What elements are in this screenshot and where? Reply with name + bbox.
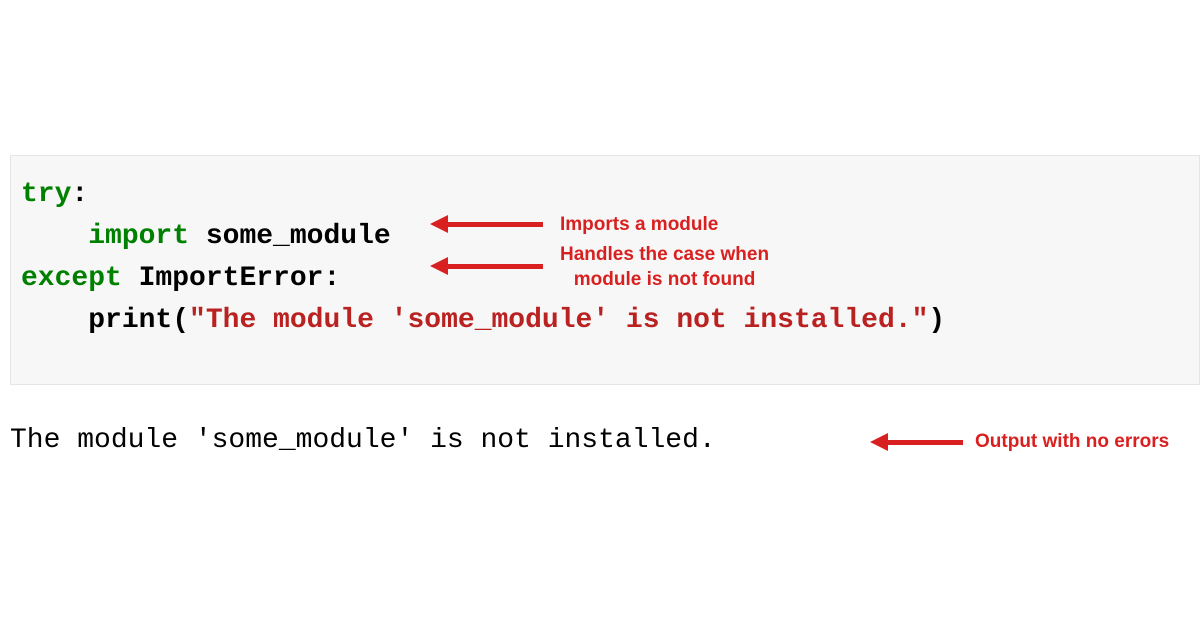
annotation-imports: Imports a module [560, 213, 718, 238]
string-literal: "The module 'some_module' is not install… [189, 305, 928, 336]
output-text: The module 'some_module' is not installe… [10, 425, 716, 456]
arrow-shaft [448, 264, 543, 269]
annotation-output: Output with no errors [975, 430, 1169, 455]
indent [21, 305, 88, 336]
arrow-shaft [888, 440, 963, 445]
arrow-icon [430, 257, 543, 275]
arrow-icon [430, 215, 543, 233]
close-paren: ) [928, 305, 945, 336]
code-line-1: try: [21, 174, 1189, 216]
indent [21, 221, 88, 252]
print-call: print( [88, 305, 189, 336]
module-name: some_module [189, 221, 391, 252]
code-line-4: print("The module 'some_module' is not i… [21, 300, 1189, 342]
annotation-handles-line2: module is not found [574, 269, 756, 290]
arrow-head-icon [430, 215, 448, 233]
keyword-except: except [21, 263, 122, 294]
arrow-head-icon [870, 433, 888, 451]
arrow-shaft [448, 222, 543, 227]
colon: : [71, 179, 88, 210]
exception-name: ImportError: [122, 263, 340, 294]
keyword-import: import [88, 221, 189, 252]
keyword-try: try [21, 179, 71, 210]
arrow-icon [870, 433, 963, 451]
annotation-handles: Handles the case when module is not foun… [560, 243, 769, 292]
annotation-handles-line1: Handles the case when [560, 244, 769, 265]
arrow-head-icon [430, 257, 448, 275]
